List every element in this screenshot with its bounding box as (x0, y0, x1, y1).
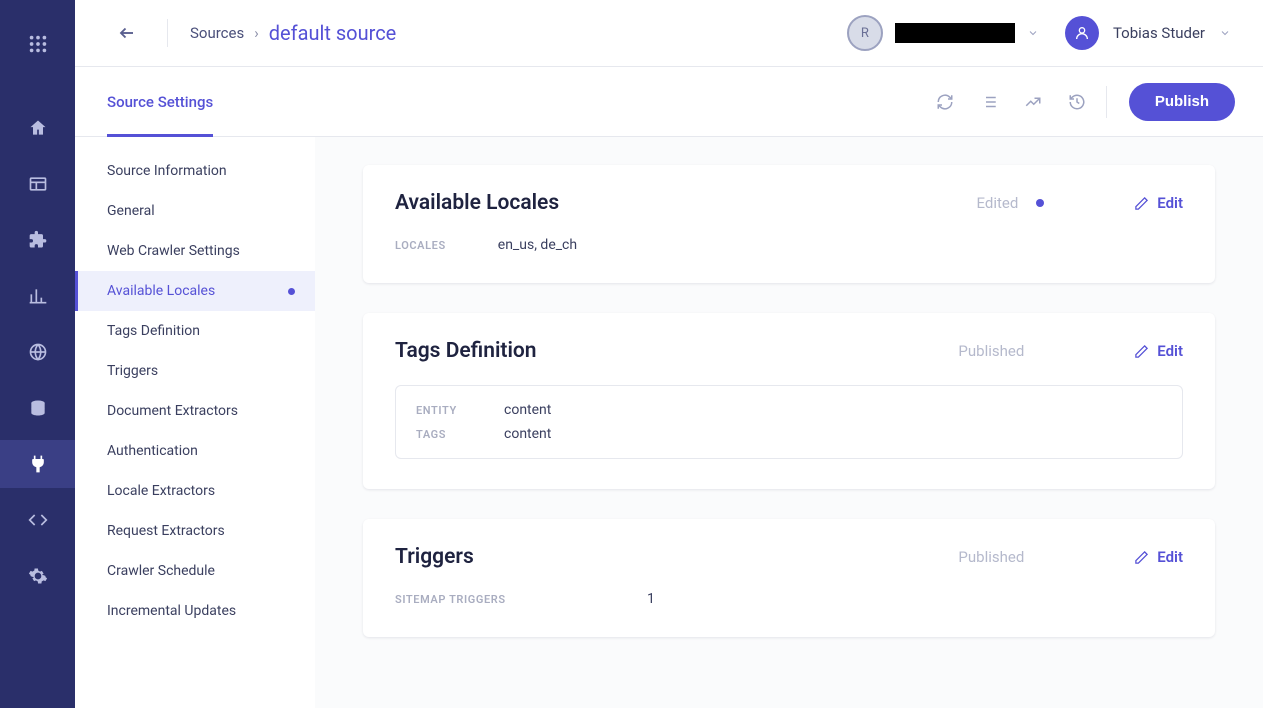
subnav-item-tags-definition[interactable]: Tags Definition (75, 311, 315, 351)
crumb-root[interactable]: Sources (190, 24, 244, 42)
tabbar: Source Settings Publish (75, 67, 1263, 137)
list-icon[interactable] (980, 93, 998, 111)
status-text: Edited (976, 194, 1018, 212)
subnav-item-crawler-schedule[interactable]: Crawler Schedule (75, 551, 315, 591)
kv-value: content (504, 426, 551, 442)
kv-value: 1 (647, 591, 655, 607)
topbar: Sources › default source R Tobias Studer (75, 0, 1263, 67)
org-switcher[interactable]: R (847, 15, 1039, 51)
edit-button[interactable]: Edit (1134, 194, 1183, 212)
history-icon[interactable] (1068, 93, 1086, 111)
home-icon[interactable] (0, 104, 75, 152)
org-name-redacted (895, 23, 1015, 43)
chevron-down-icon (1219, 24, 1231, 43)
chevron-right-icon: › (254, 24, 259, 42)
subnav-item-web-crawler-settings[interactable]: Web Crawler Settings (75, 231, 315, 271)
kv-value: content (504, 402, 551, 418)
back-button[interactable] (113, 19, 141, 47)
card-title: Triggers (395, 545, 474, 569)
gear-icon[interactable] (0, 552, 75, 600)
subnav-item-document-extractors[interactable]: Document Extractors (75, 391, 315, 431)
divider (167, 19, 168, 47)
changed-dot-icon (288, 288, 295, 295)
org-avatar: R (847, 15, 883, 51)
panels-scroll[interactable]: Available Locales Edited Edit LOCALES en… (315, 137, 1263, 708)
status-text: Published (958, 548, 1024, 566)
layout-icon[interactable] (0, 160, 75, 208)
edit-button[interactable]: Edit (1134, 548, 1183, 566)
plug-icon[interactable] (0, 440, 75, 488)
subnav-item-request-extractors[interactable]: Request Extractors (75, 511, 315, 551)
kv-value: en_us, de_ch (498, 237, 577, 253)
card-triggers: Triggers Published Edit SITEMAP TRIGGERS… (363, 519, 1215, 637)
user-switcher[interactable]: Tobias Studer (1065, 16, 1231, 50)
crumb-current: default source (269, 21, 397, 45)
database-icon[interactable] (0, 384, 75, 432)
card-available-locales: Available Locales Edited Edit LOCALES en… (363, 165, 1215, 283)
tags-inner-box: ENTITY content TAGS content (395, 385, 1183, 459)
kv-label: ENTITY (416, 404, 504, 417)
main-column: Sources › default source R Tobias Studer… (75, 0, 1263, 708)
card-tags-definition: Tags Definition Published Edit ENTITY co… (363, 313, 1215, 489)
kv-label: LOCALES (395, 239, 446, 252)
subnav-item-authentication[interactable]: Authentication (75, 431, 315, 471)
edit-label: Edit (1157, 548, 1183, 566)
status-dot-icon (1036, 199, 1044, 207)
subnav-item-general[interactable]: General (75, 191, 315, 231)
card-title: Tags Definition (395, 339, 537, 363)
user-avatar (1065, 16, 1099, 50)
refresh-icon[interactable] (936, 93, 954, 111)
edit-label: Edit (1157, 194, 1183, 212)
subnav-item-source-information[interactable]: Source Information (75, 151, 315, 191)
edit-label: Edit (1157, 342, 1183, 360)
subnav-item-locale-extractors[interactable]: Locale Extractors (75, 471, 315, 511)
left-rail (0, 0, 75, 708)
breadcrumb: Sources › default source (190, 21, 396, 45)
subnav-item-triggers[interactable]: Triggers (75, 351, 315, 391)
code-icon[interactable] (0, 496, 75, 544)
puzzle-icon[interactable] (0, 216, 75, 264)
user-name: Tobias Studer (1113, 24, 1205, 42)
content-row: Source Information General Web Crawler S… (75, 137, 1263, 708)
status-text: Published (958, 342, 1024, 360)
subnav-item-incremental-updates[interactable]: Incremental Updates (75, 591, 315, 631)
subnav-item-label: Available Locales (107, 283, 215, 299)
kv-label: TAGS (416, 428, 504, 441)
subnav: Source Information General Web Crawler S… (75, 137, 315, 708)
kv-label: SITEMAP TRIGGERS (395, 593, 595, 606)
chevron-down-icon (1027, 24, 1039, 43)
chart-icon[interactable] (0, 272, 75, 320)
toolbar-icons (936, 93, 1086, 111)
globe-icon[interactable] (0, 328, 75, 376)
card-title: Available Locales (395, 191, 559, 215)
apps-icon[interactable] (0, 18, 75, 70)
tab-source-settings[interactable]: Source Settings (107, 67, 213, 137)
analytics-icon[interactable] (1024, 93, 1042, 111)
edit-button[interactable]: Edit (1134, 342, 1183, 360)
publish-button[interactable]: Publish (1129, 83, 1235, 121)
subnav-item-available-locales[interactable]: Available Locales (75, 271, 315, 311)
divider (1106, 86, 1107, 118)
